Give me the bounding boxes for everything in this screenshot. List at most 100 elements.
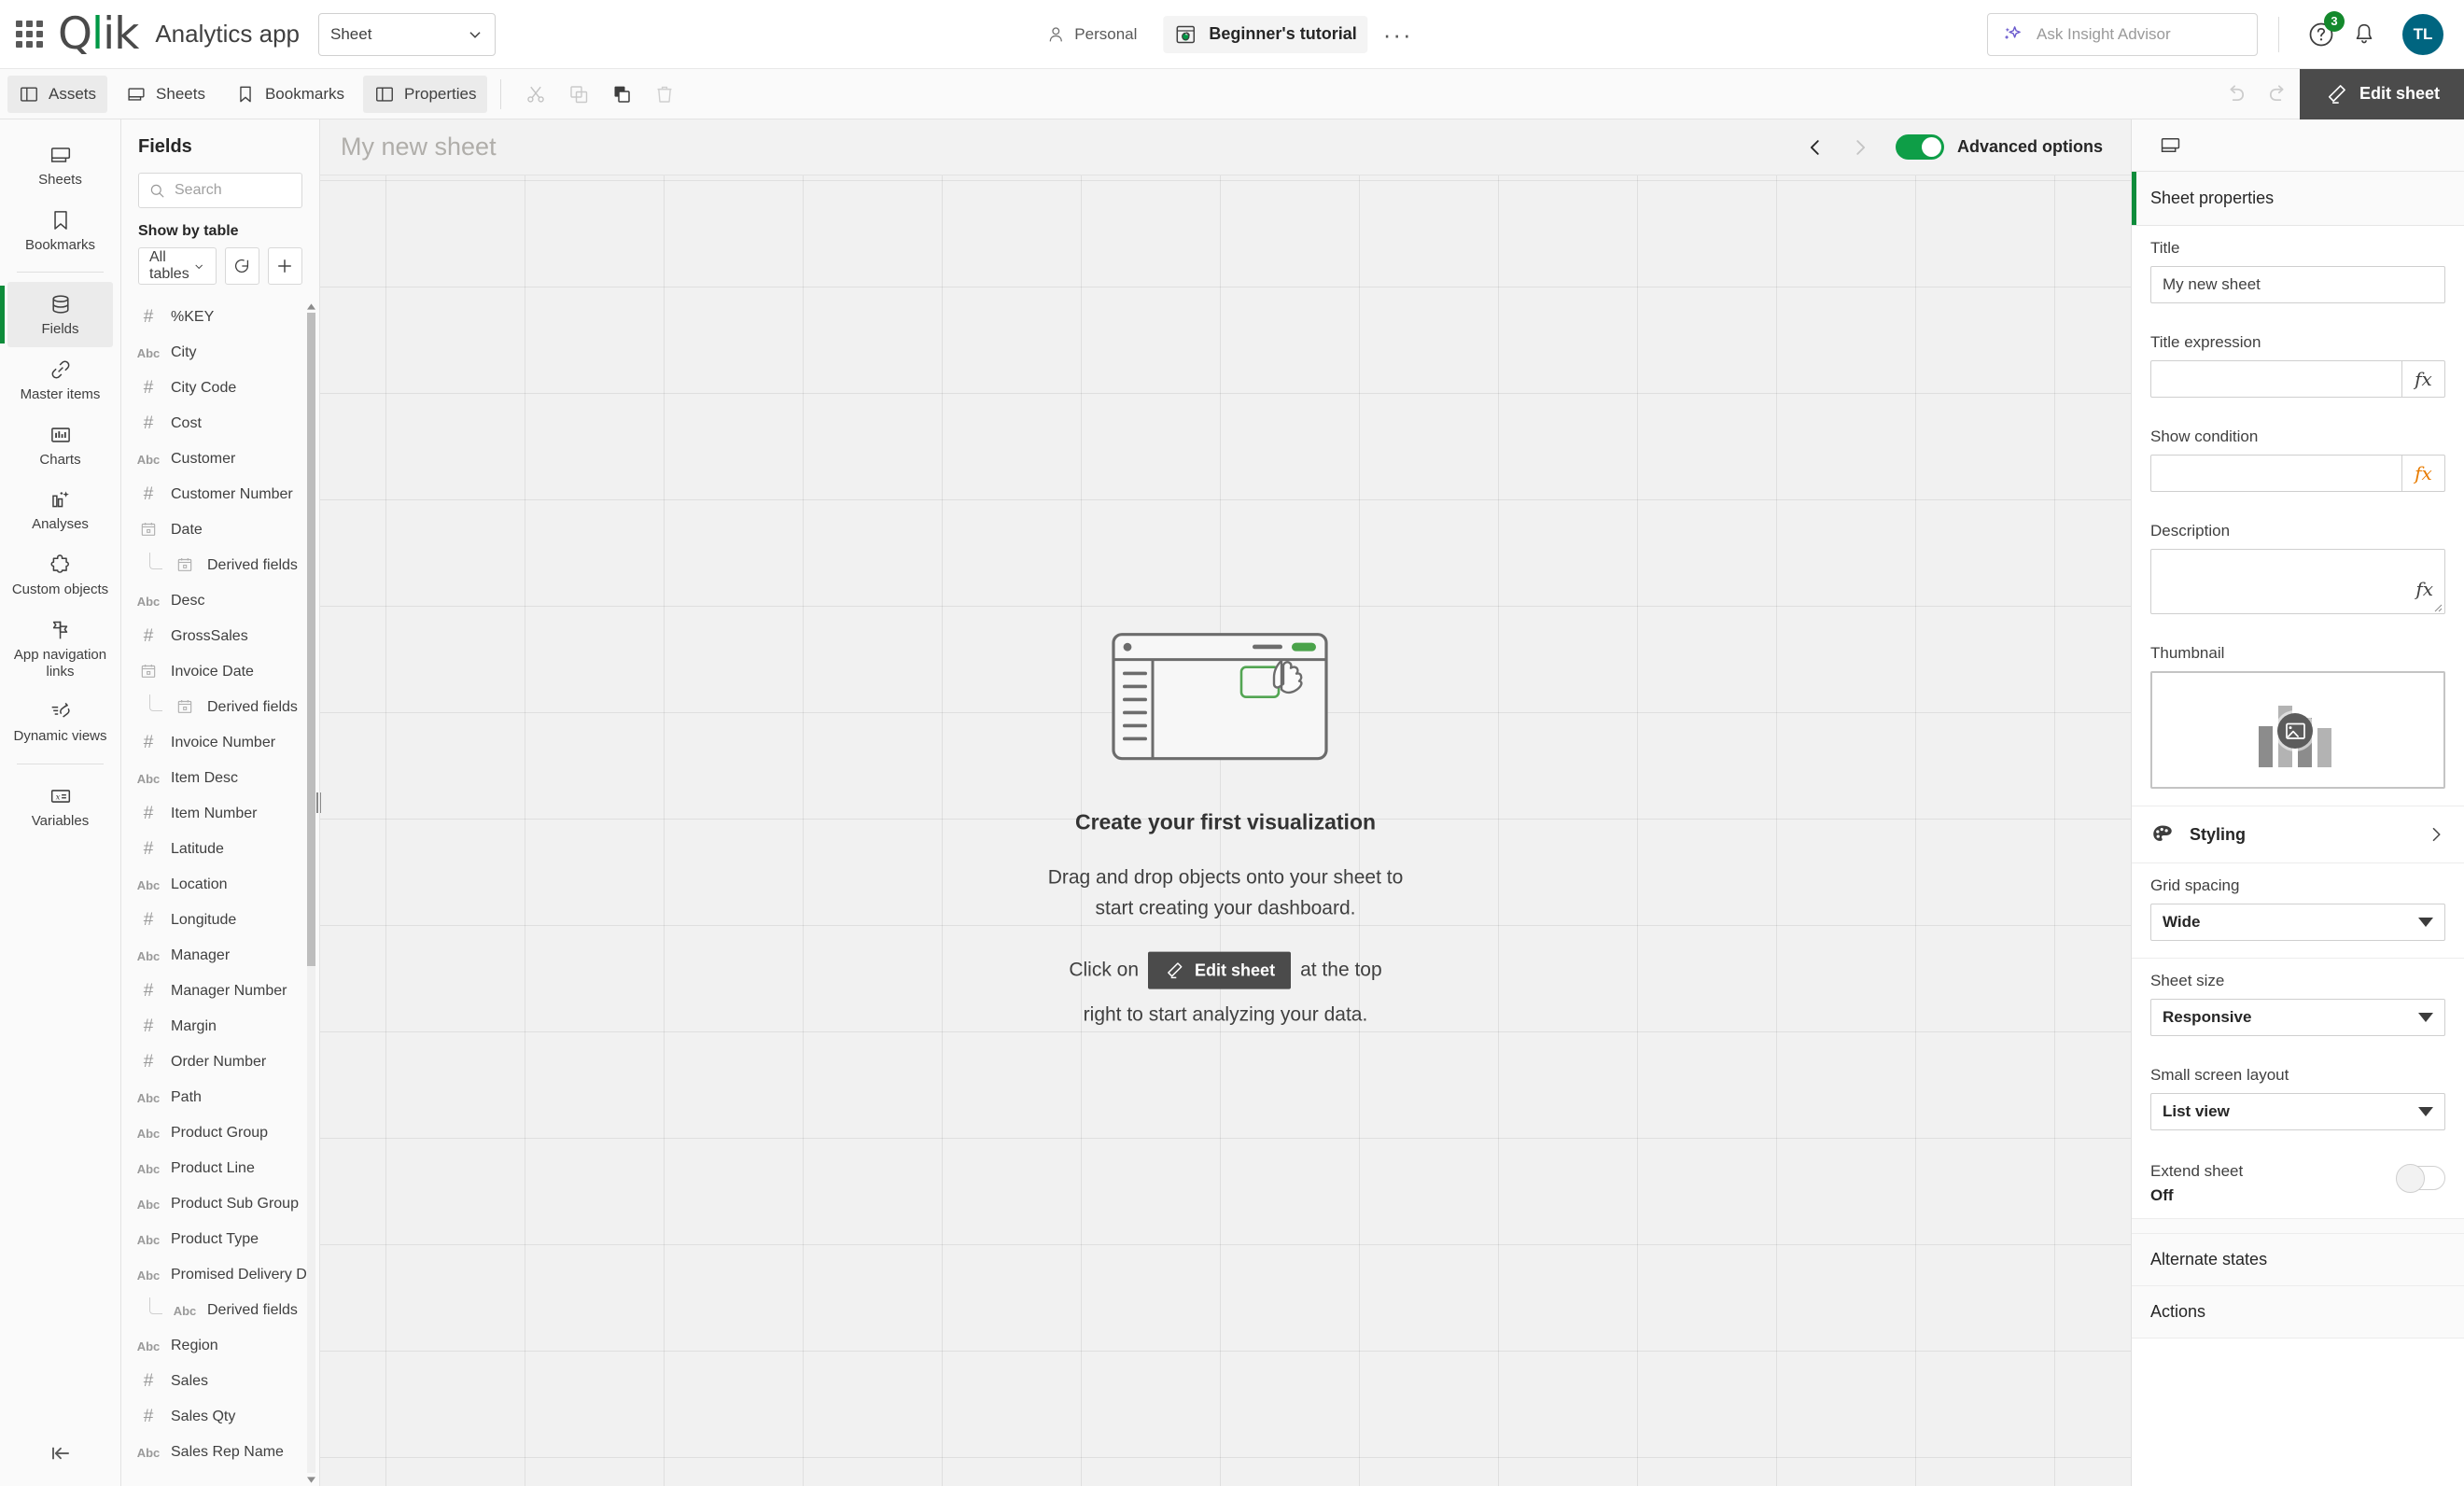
field-row-derived[interactable]: Derived fields [121,690,306,725]
sheet-selector[interactable]: Sheet [318,12,496,56]
more-options-button[interactable]: ··· [1368,22,1428,47]
small-screen-select[interactable]: List view [2150,1093,2445,1130]
title-expression-input[interactable] [2151,361,2401,397]
grid-spacing-select[interactable]: Wide [2150,904,2445,941]
description-fx-button[interactable]: fx [2415,578,2433,600]
scroll-up-arrow[interactable] [305,300,317,313]
refresh-fields-button[interactable] [224,247,259,285]
previous-sheet-button[interactable] [1793,129,1838,166]
field-row[interactable]: Abc Customer [121,442,306,477]
qlik-logo[interactable]: Ql ik [58,8,144,60]
add-field-button[interactable] [267,247,302,285]
notifications-button[interactable] [2343,13,2386,56]
field-row[interactable]: # Order Number [121,1044,306,1080]
sidebar-item-app-navigation-links[interactable]: App navigation links [7,608,113,689]
edit-sheet-button[interactable]: Edit sheet [2299,68,2464,119]
insight-advisor-search[interactable]: Ask Insight Advisor [1987,12,2258,56]
field-row[interactable]: # Customer Number [121,477,306,512]
panel-resize-handle[interactable] [315,791,323,815]
scroll-thumb[interactable] [307,313,315,966]
thumbnail-picker[interactable] [2150,671,2445,789]
field-row[interactable]: # Manager Number [121,974,306,1009]
field-row[interactable]: Abc Desc [121,583,306,619]
actions-section[interactable]: Actions [2132,1286,2464,1339]
field-row[interactable]: # Sales [121,1364,306,1399]
app-grid-icon[interactable] [0,21,58,48]
toolbar-button-properties[interactable]: Properties [363,75,488,113]
next-sheet-button[interactable] [1838,129,1883,166]
undo-button[interactable] [2214,74,2257,115]
app-name-chip[interactable]: Beginner's tutorial [1163,15,1368,53]
show-condition-input[interactable] [2151,456,2401,491]
toolbar-button-bookmarks[interactable]: Bookmarks [224,76,356,113]
title-expression-field[interactable]: fx [2150,360,2445,398]
sheet-canvas[interactable]: Create your first visualization Drag and… [320,175,2131,1486]
resize-grip-icon[interactable] [2431,601,2443,612]
sidebar-item-sheets[interactable]: Sheets [7,133,113,198]
title-expression-fx-button[interactable]: fx [2401,361,2444,397]
field-row-derived[interactable]: Derived fields [121,548,306,583]
help-button[interactable]: 3 [2300,10,2345,56]
show-condition-field[interactable]: fx [2150,455,2445,492]
toolbar-button-sheets[interactable]: Sheets [115,76,217,113]
field-row[interactable]: # Cost [121,406,306,442]
sidebar-item-variables[interactable]: x Variables [7,774,113,839]
sidebar-item-custom-objects[interactable]: Custom objects [7,542,113,608]
search-input[interactable]: Search [138,173,302,208]
delete-button[interactable] [643,74,686,115]
field-row[interactable]: # Sales Qty [121,1399,306,1435]
scroll-down-arrow[interactable] [305,1473,317,1486]
styling-section[interactable]: Styling [2132,806,2464,863]
fields-scrollbar[interactable] [305,300,316,1486]
field-row-derived[interactable]: Abc Derived fields [121,1293,306,1328]
field-row[interactable]: # GrossSales [121,619,306,654]
field-row[interactable]: Abc Path [121,1080,306,1115]
fields-list[interactable]: # %KEY Abc City # City Code # Cost Abc Customer # C… [121,300,306,1486]
cta-edit-sheet-chip[interactable]: Edit sheet [1148,951,1292,989]
redo-button[interactable] [2257,74,2300,115]
field-row[interactable]: Abc City [121,335,306,371]
field-row[interactable]: # Item Number [121,796,306,832]
sidebar-item-fields[interactable]: Fields [0,282,113,348]
field-row[interactable]: Abc Item Desc [121,761,306,796]
properties-section-header[interactable]: Sheet properties [2132,172,2464,226]
sidebar-item-dynamic-views[interactable]: Dynamic views [7,689,113,754]
collapse-sidebar-button[interactable] [0,1421,120,1486]
space-indicator[interactable]: Personal [1036,19,1146,50]
title-input[interactable]: My new sheet [2150,266,2445,303]
cut-button[interactable] [514,74,557,115]
field-row[interactable]: Abc Product Group [121,1115,306,1151]
field-row[interactable]: # City Code [121,371,306,406]
field-row[interactable]: Abc Product Sub Group [121,1186,306,1222]
alternate-states-section[interactable]: Alternate states [2132,1234,2464,1286]
field-row[interactable]: # Margin [121,1009,306,1044]
description-input[interactable]: fx [2150,549,2445,614]
field-row[interactable]: Abc Promised Delivery Date [121,1257,306,1293]
field-row[interactable]: # %KEY [121,300,306,335]
sidebar-item-master-items[interactable]: Master items [7,347,113,413]
field-row[interactable]: Abc Manager [121,938,306,974]
sidebar-item-bookmarks[interactable]: Bookmarks [7,198,113,263]
extend-sheet-toggle[interactable] [2396,1164,2445,1193]
field-row[interactable]: # Invoice Number [121,725,306,761]
field-row[interactable]: Abc Product Type [121,1222,306,1257]
field-row[interactable]: Date [121,512,306,548]
toolbar-button-assets[interactable]: Assets [7,75,108,113]
sheet-size-select[interactable]: Responsive [2150,999,2445,1036]
table-selector[interactable]: All tables [138,247,217,285]
sidebar-item-analyses[interactable]: Analyses [7,477,113,542]
field-row[interactable]: Abc Region [121,1328,306,1364]
tab-sheet-properties[interactable] [2150,126,2190,165]
show-condition-fx-button[interactable]: fx [2401,456,2444,491]
field-row[interactable]: # Longitude [121,903,306,938]
field-row[interactable]: # Latitude [121,832,306,867]
field-row[interactable]: Invoice Date [121,654,306,690]
copy-button[interactable] [557,74,600,115]
paste-button[interactable] [600,74,643,115]
avatar[interactable]: TL [2402,13,2443,55]
field-row[interactable]: Abc Sales Rep Name [121,1435,306,1470]
sidebar-item-charts[interactable]: Charts [7,413,113,478]
advanced-options-toggle[interactable] [1895,134,1944,160]
field-row[interactable]: Abc Location [121,867,306,903]
field-row[interactable]: Abc Product Line [121,1151,306,1186]
